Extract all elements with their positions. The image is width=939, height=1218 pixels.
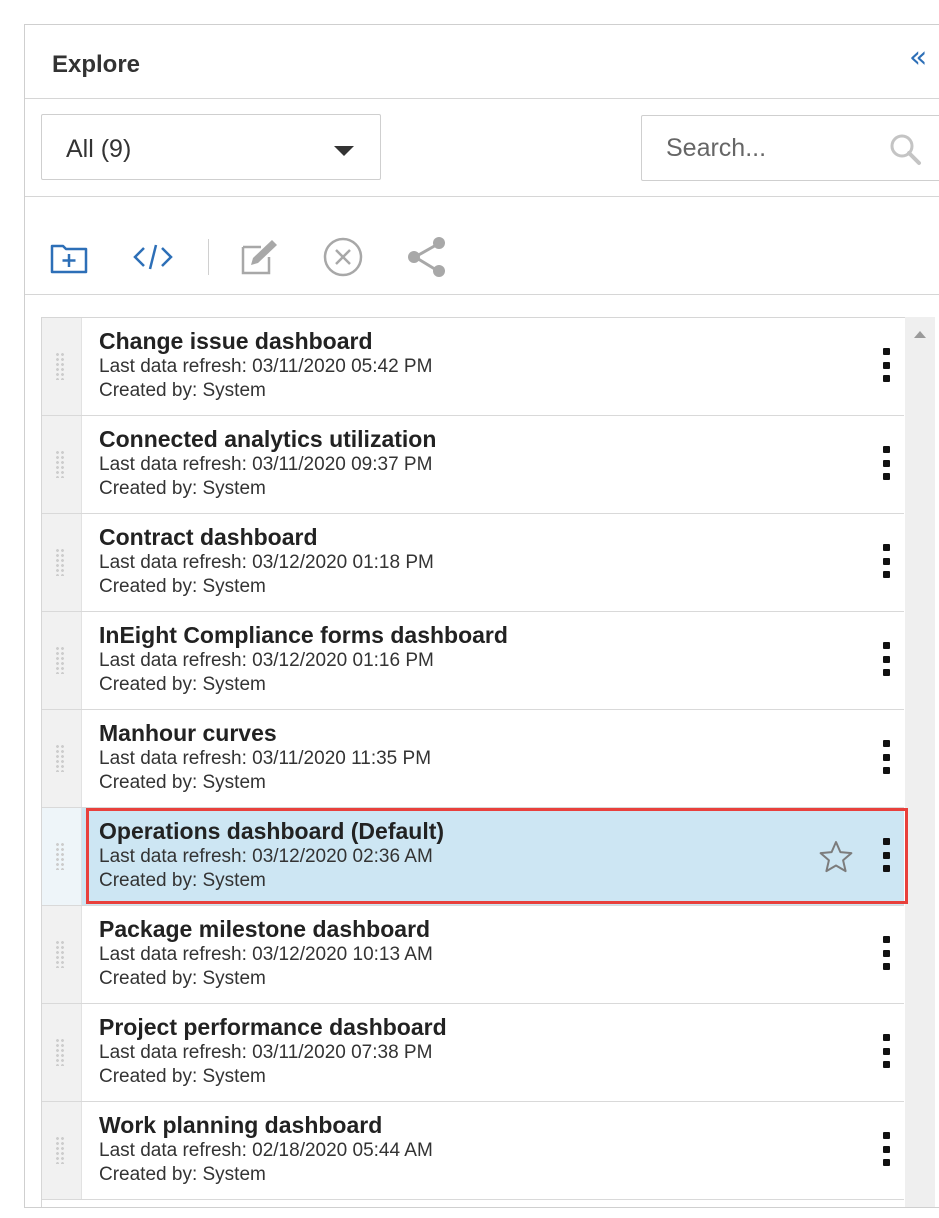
grip-icon: [55, 450, 65, 478]
item-refresh: Last data refresh: 03/12/2020 01:16 PM: [99, 650, 434, 671]
item-title: Package milestone dashboard: [99, 916, 431, 942]
list-item[interactable]: InEight Compliance forms dashboard Last …: [42, 612, 904, 710]
item-created: Created by: System: [99, 968, 266, 989]
drag-handle[interactable]: [42, 1004, 82, 1101]
grip-icon: [55, 744, 65, 772]
list-item[interactable]: Work planning dashboard Last data refres…: [42, 1102, 904, 1200]
drag-handle[interactable]: [42, 808, 82, 905]
item-refresh: Last data refresh: 03/12/2020 02:36 AM: [99, 846, 433, 867]
grip-icon: [55, 1136, 65, 1164]
toolbar-separator: [208, 239, 209, 275]
drag-handle[interactable]: [42, 710, 82, 807]
more-options-icon[interactable]: [880, 740, 892, 774]
item-refresh: Last data refresh: 02/18/2020 05:44 AM: [99, 1140, 433, 1161]
filter-selected-value: All (9): [66, 135, 132, 163]
item-refresh: Last data refresh: 03/12/2020 01:18 PM: [99, 552, 434, 573]
item-refresh: Last data refresh: 03/11/2020 11:35 PM: [99, 748, 432, 769]
list-item[interactable]: Project performance dashboard Last data …: [42, 1004, 904, 1102]
item-title: Connected analytics utilization: [99, 426, 437, 452]
item-created: Created by: System: [99, 380, 266, 401]
share-icon[interactable]: [405, 235, 449, 279]
panel-header: Explore «: [25, 25, 939, 99]
filter-dropdown[interactable]: All (9): [41, 114, 381, 180]
search-input[interactable]: [643, 117, 873, 179]
panel-title: Explore: [52, 51, 141, 78]
more-options-icon[interactable]: [880, 446, 892, 480]
drag-handle[interactable]: [42, 906, 82, 1003]
code-icon[interactable]: [131, 235, 175, 279]
list-item[interactable]: Contract dashboard Last data refresh: 03…: [42, 514, 904, 612]
drag-handle[interactable]: [42, 318, 82, 415]
item-title: Change issue dashboard: [99, 328, 373, 354]
list-item[interactable]: Manhour curves Last data refresh: 03/11/…: [42, 710, 904, 808]
search-icon[interactable]: [888, 132, 922, 166]
grip-icon: [55, 940, 65, 968]
add-folder-icon[interactable]: [47, 235, 91, 279]
list-scrollbar[interactable]: [905, 317, 935, 1207]
caret-down-icon: [334, 146, 354, 156]
more-options-icon[interactable]: [880, 544, 892, 578]
search-box: [641, 115, 939, 181]
more-options-icon[interactable]: [880, 1132, 892, 1166]
item-refresh: Last data refresh: 03/11/2020 05:42 PM: [99, 356, 433, 377]
grip-icon: [55, 548, 65, 576]
item-title: Operations dashboard (Default): [99, 818, 445, 844]
grip-icon: [55, 352, 65, 380]
item-title: InEight Compliance forms dashboard: [99, 622, 508, 648]
item-title: Manhour curves: [99, 720, 277, 746]
dashboard-list: Change issue dashboard Last data refresh…: [41, 317, 919, 1207]
grip-icon: [55, 1038, 65, 1066]
item-title: Contract dashboard: [99, 524, 318, 550]
double-chevron-left-icon[interactable]: «: [909, 43, 939, 73]
drag-handle[interactable]: [42, 416, 82, 513]
more-options-icon[interactable]: [880, 642, 892, 676]
item-refresh: Last data refresh: 03/11/2020 09:37 PM: [99, 454, 433, 475]
delete-icon[interactable]: [321, 235, 365, 279]
scroll-up-arrow-icon[interactable]: [914, 331, 926, 338]
filter-row: All (9): [25, 99, 939, 197]
star-icon[interactable]: [818, 839, 854, 875]
item-created: Created by: System: [99, 870, 266, 891]
item-title: Work planning dashboard: [99, 1112, 383, 1138]
item-created: Created by: System: [99, 772, 266, 793]
drag-handle[interactable]: [42, 612, 82, 709]
item-created: Created by: System: [99, 576, 266, 597]
list-item[interactable]: Change issue dashboard Last data refresh…: [42, 318, 904, 416]
item-created: Created by: System: [99, 478, 266, 499]
item-refresh: Last data refresh: 03/12/2020 10:13 AM: [99, 944, 433, 965]
list-item[interactable]: Package milestone dashboard Last data re…: [42, 906, 904, 1004]
more-options-icon[interactable]: [880, 838, 892, 872]
item-created: Created by: System: [99, 1066, 266, 1087]
drag-handle[interactable]: [42, 514, 82, 611]
item-created: Created by: System: [99, 674, 266, 695]
more-options-icon[interactable]: [880, 936, 892, 970]
grip-icon: [55, 646, 65, 674]
drag-handle[interactable]: [42, 1102, 82, 1199]
item-title: Project performance dashboard: [99, 1014, 447, 1040]
grip-icon: [55, 842, 65, 870]
list-item-selected[interactable]: Operations dashboard (Default) Last data…: [42, 808, 904, 906]
edit-icon[interactable]: [237, 235, 281, 279]
more-options-icon[interactable]: [880, 1034, 892, 1068]
explore-panel: Explore « All (9) Search... Change issue…: [24, 24, 939, 1208]
item-refresh: Last data refresh: 03/11/2020 07:38 PM: [99, 1042, 433, 1063]
more-options-icon[interactable]: [880, 348, 892, 382]
toolbar: [25, 197, 939, 295]
item-created: Created by: System: [99, 1164, 266, 1185]
list-item[interactable]: Connected analytics utilization Last dat…: [42, 416, 904, 514]
